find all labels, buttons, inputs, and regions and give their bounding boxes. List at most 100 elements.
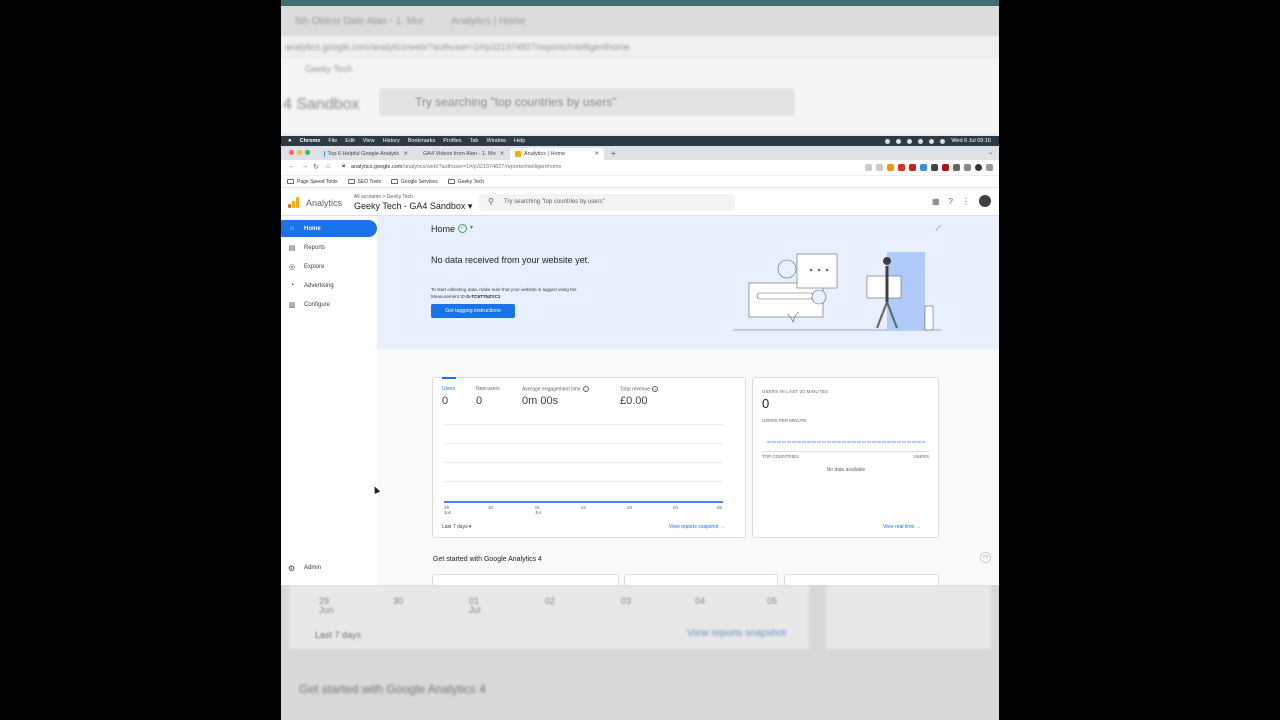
menu-item[interactable]: Profiles xyxy=(443,138,461,144)
get-started-card[interactable] xyxy=(784,574,939,585)
sidebar-item-advertising[interactable]: ◔ Advertising xyxy=(281,277,377,294)
menu-item[interactable]: Edit xyxy=(345,138,354,144)
info-icon[interactable]: ? xyxy=(652,386,659,392)
status-icon[interactable] xyxy=(885,138,891,144)
forward-icon[interactable]: → xyxy=(301,163,308,170)
metric-total-revenue[interactable]: Total revenue? £0.00 xyxy=(620,386,659,408)
column-header: TOP COUNTRIES xyxy=(762,454,799,459)
insights-icon[interactable]: ⟋ xyxy=(935,224,941,234)
extension-icon[interactable] xyxy=(909,164,916,171)
page-title: Home xyxy=(431,224,456,234)
browser-tab[interactable]: Top 6 Helpful Google Analytic ✕ xyxy=(319,148,413,160)
close-tab-icon[interactable]: ✕ xyxy=(496,151,505,157)
extension-icon[interactable] xyxy=(920,164,927,171)
x-tick: 02 xyxy=(581,505,587,510)
back-icon[interactable]: ← xyxy=(288,163,295,170)
extension-icon[interactable] xyxy=(931,164,938,171)
get-started-card[interactable] xyxy=(432,574,619,585)
reload-icon[interactable]: ↻ xyxy=(313,163,319,171)
bookmark-folder[interactable]: Page Speed Tools xyxy=(287,179,338,185)
menu-item[interactable]: History xyxy=(383,138,400,144)
view-reports-snapshot-link[interactable]: View reports snapshot → xyxy=(669,524,725,530)
background-link: View reports snapshot xyxy=(687,628,786,639)
bookmark-label: Google Services xyxy=(401,178,438,185)
search-input[interactable]: ⚲ Try searching "top countries by users" xyxy=(479,194,735,211)
sidebar-item-explore[interactable]: ◎ Explore xyxy=(281,258,377,275)
metric-value: £0.00 xyxy=(620,395,648,408)
url-field[interactable]: analytics.google.com/analytics/web/?auth… xyxy=(351,164,562,170)
status-icon[interactable] xyxy=(907,138,913,144)
menu-item[interactable]: File xyxy=(328,138,337,144)
new-tab-icon[interactable]: + xyxy=(611,149,616,158)
get-started-card[interactable] xyxy=(624,574,778,585)
get-tagging-instructions-button[interactable]: Get tagging instructions xyxy=(431,304,515,318)
chevron-down-icon[interactable]: ▾ xyxy=(470,224,473,231)
star-icon[interactable] xyxy=(876,164,883,171)
avatar[interactable] xyxy=(979,195,991,207)
wifi-icon[interactable] xyxy=(918,138,924,144)
apple-icon[interactable]: ● xyxy=(288,138,292,144)
extension-icon[interactable] xyxy=(898,164,905,171)
bookmark-folder[interactable]: Google Services xyxy=(391,179,438,185)
menu-item[interactable]: Help xyxy=(514,138,525,144)
close-tab-icon[interactable]: ✕ xyxy=(399,151,408,157)
sidebar-item-reports[interactable]: ▤ Reports xyxy=(281,239,377,256)
clock[interactable]: Wed 6 Jul 09:16 xyxy=(951,138,991,144)
sidebar-item-label: Admin xyxy=(304,565,322,571)
x-tick: 03 xyxy=(627,505,633,510)
sidebar-item-admin[interactable]: ⚙ Admin xyxy=(281,561,377,575)
battery-icon[interactable] xyxy=(929,138,935,144)
analytics-favicon-icon xyxy=(515,151,521,157)
view-real-time-link[interactable]: View real time → xyxy=(883,524,921,530)
info-icon[interactable]: ? xyxy=(582,386,589,392)
section-title: Get started with Google Analytics 4 xyxy=(433,556,542,563)
metric-users[interactable]: Users 0 xyxy=(442,386,455,407)
status-icon[interactable] xyxy=(896,138,902,144)
tab-search-icon[interactable]: ⌄ xyxy=(988,149,993,156)
menu-item[interactable]: View xyxy=(363,138,375,144)
bookmark-label: Geeky Tech xyxy=(457,178,485,185)
menu-item[interactable]: Bookmarks xyxy=(408,138,436,144)
sidebar-item-home[interactable]: ⌂ Home xyxy=(281,220,377,237)
feedback-icon[interactable]: ▭ xyxy=(980,552,991,563)
zoom-window-icon[interactable] xyxy=(305,150,310,155)
lock-icon[interactable]: 🔒︎ xyxy=(342,163,345,170)
hero-body: To start collecting data, make sure that… xyxy=(431,286,601,300)
url-path: /analytics/web/?authuser=1#/p321974827/r… xyxy=(402,164,562,170)
background-axis-tick: 04 xyxy=(695,596,706,606)
analytics-logo-icon[interactable] xyxy=(288,197,299,208)
extension-icon[interactable] xyxy=(887,164,894,171)
profile-icon[interactable] xyxy=(975,164,982,171)
menu-item[interactable]: Chrome xyxy=(300,138,321,144)
bookmark-folder[interactable]: Geeky Tech xyxy=(447,178,485,185)
metric-new-users[interactable]: New users 0 xyxy=(476,386,500,407)
close-window-icon[interactable] xyxy=(289,150,294,155)
extension-icon[interactable] xyxy=(942,164,949,171)
help-icon[interactable]: ? xyxy=(949,197,953,206)
kebab-menu-icon[interactable] xyxy=(986,164,993,171)
search-icon[interactable] xyxy=(940,138,946,144)
metric-engagement-time[interactable]: Average engagement time? 0m 00s xyxy=(522,386,589,407)
property-selector[interactable]: Geeky Tech - GA4 Sandbox ▾ xyxy=(354,201,472,212)
browser-tab[interactable]: GA4 Videos from Alan - 1. Mo ✕ xyxy=(415,148,509,160)
minimize-window-icon[interactable] xyxy=(297,150,302,155)
close-tab-icon[interactable]: ✕ xyxy=(590,151,599,157)
more-vert-icon[interactable]: ⋮ xyxy=(962,197,970,206)
apps-grid-icon[interactable]: ▦ xyxy=(932,197,940,206)
home-icon[interactable]: ⌂ xyxy=(326,163,330,170)
account-breadcrumb[interactable]: All accounts > Geeky Tech xyxy=(354,194,413,200)
realtime-value: 0 xyxy=(762,396,770,411)
menu-item[interactable]: Window xyxy=(486,138,506,144)
share-icon[interactable] xyxy=(865,164,872,171)
metric-label: Total revenue xyxy=(620,386,651,393)
product-name[interactable]: Analytics xyxy=(306,198,342,208)
date-range-selector[interactable]: Last 7 days ▾ xyxy=(442,524,471,530)
sidepanel-icon[interactable] xyxy=(964,164,971,171)
browser-tab-active[interactable]: Analytics | Home ✕ xyxy=(510,148,604,160)
bookmark-folder[interactable]: SEO Tools xyxy=(347,179,381,185)
sidebar-item-label: Advertising xyxy=(304,282,334,289)
sidebar-item-configure[interactable]: ▥ Configure xyxy=(281,296,377,313)
check-circle-icon[interactable]: ✓ xyxy=(458,224,467,233)
puzzle-icon[interactable] xyxy=(953,164,960,171)
menu-item[interactable]: Tab xyxy=(470,138,479,144)
